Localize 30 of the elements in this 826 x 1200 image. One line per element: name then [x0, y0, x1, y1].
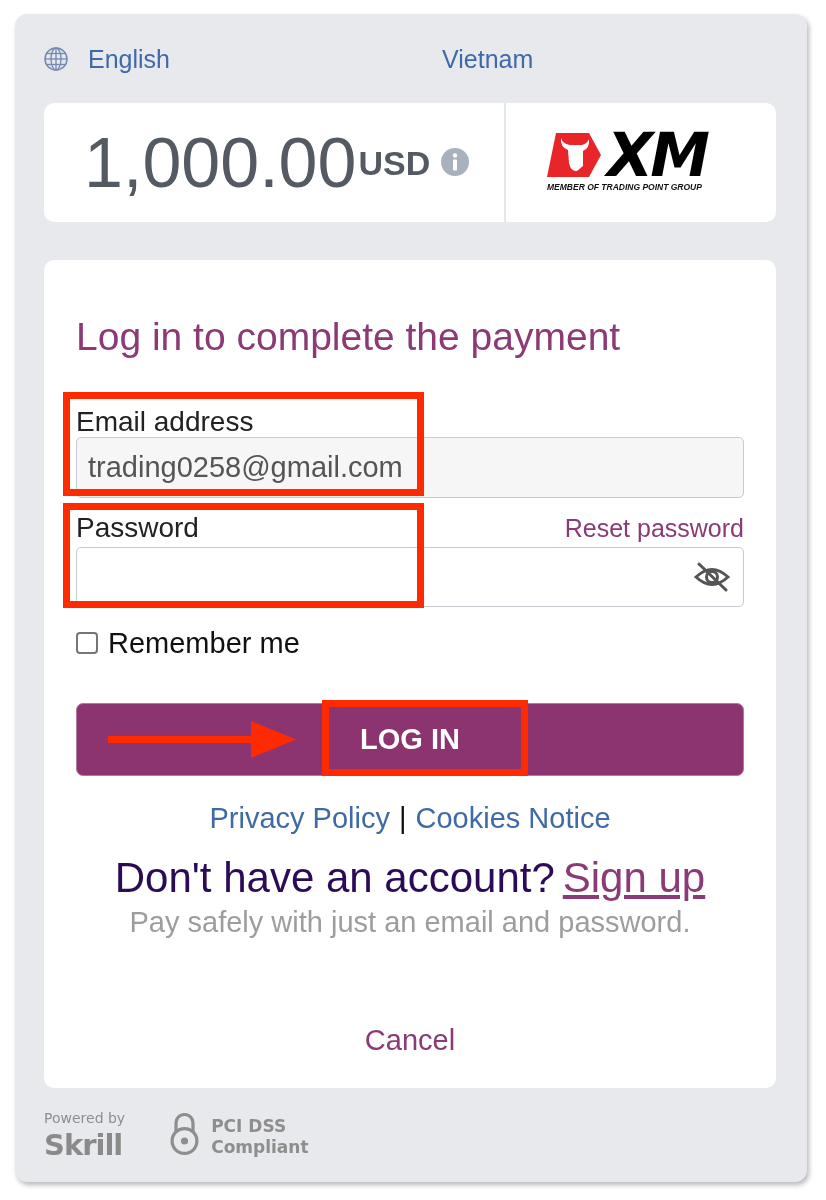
logo-wordmark: XM [601, 133, 707, 177]
eye-slash-icon[interactable] [693, 561, 731, 593]
field-label: Password [76, 513, 199, 543]
padlock-icon [170, 1113, 200, 1155]
signup-question: Don't have an account? [114, 854, 555, 902]
reset-password-link[interactable]: Reset password [564, 513, 744, 543]
logo-tagline: MEMBER OF TRADING POINT GROUP [547, 182, 702, 192]
signup-link[interactable]: Sign up [562, 854, 706, 902]
legal-link[interactable]: Privacy Policy [209, 801, 390, 835]
pci-dss-label: PCI DSS Compliant [211, 1116, 309, 1158]
login-button[interactable]: LOG IN [76, 703, 744, 776]
password-field[interactable] [76, 547, 744, 607]
country-link[interactable]: Vietnam [442, 44, 534, 74]
bull-emblem-icon [547, 133, 601, 177]
amount-value: 1,000.00 [84, 128, 357, 198]
field-label: Email address [76, 407, 254, 437]
currency-code: USD [358, 146, 431, 180]
globe-icon[interactable] [44, 47, 68, 71]
legal-link[interactable]: Cookies Notice [415, 801, 611, 835]
language-link[interactable]: English [88, 44, 170, 74]
info-icon[interactable] [441, 148, 470, 176]
remember-checkbox[interactable] [76, 632, 98, 654]
remember-label: Remember me [108, 626, 300, 660]
login-heading: Log in to complete the payment [76, 314, 621, 360]
skrill-wordmark: Skrill [44, 1130, 123, 1160]
cancel-link[interactable]: Cancel [364, 1023, 456, 1057]
payment-note: Pay safely with just an email and password. [129, 905, 691, 939]
email-field[interactable]: trading0258@gmail.com [76, 437, 744, 498]
powered-by-text: Powered by [44, 1110, 126, 1126]
link-separator: | [398, 801, 407, 835]
